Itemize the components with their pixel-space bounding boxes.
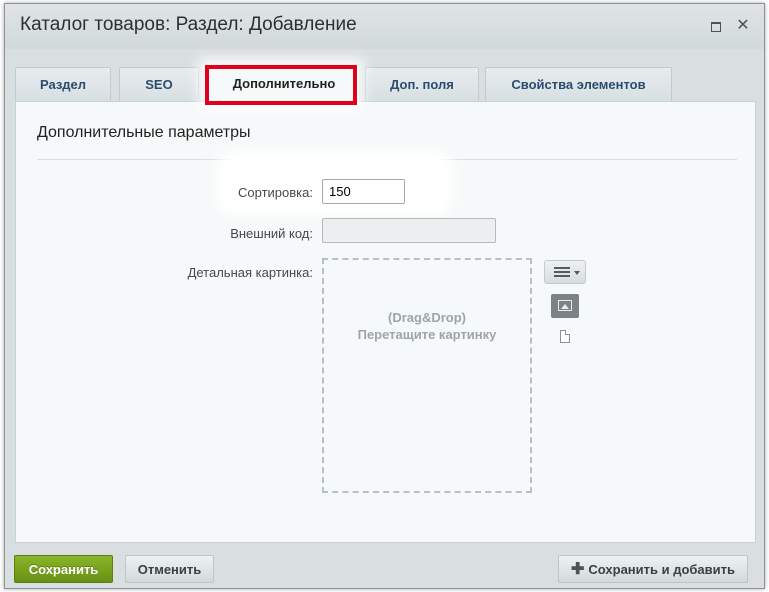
tab-highlight-frame [205,65,357,105]
chevron-down-icon [574,271,580,275]
dropzone-hint: (Drag&Drop) [388,310,466,325]
save-and-add-button[interactable]: ✚ Сохранить и добавить [558,555,748,583]
title-bar[interactable]: Каталог товаров: Раздел: Добавление ✕ [5,4,764,49]
maximize-icon[interactable] [708,18,724,34]
cancel-button[interactable]: Отменить [125,555,214,583]
tab-section[interactable]: Раздел [15,67,111,102]
save-and-add-label: Сохранить и добавить [588,562,736,577]
tab-seo[interactable]: SEO [119,67,199,102]
window-title: Каталог товаров: Раздел: Добавление [20,14,357,35]
tab-element-properties[interactable]: Свойства элементов [485,67,672,102]
tab-extra-fields[interactable]: Доп. поля [365,67,479,102]
image-icon[interactable] [551,294,579,318]
sort-label: Сортировка: [238,185,313,200]
close-icon[interactable]: ✕ [735,18,751,34]
tab-content: Дополнительные параметры Сортировка: Вне… [15,101,756,543]
save-button[interactable]: Сохранить [14,555,113,583]
detail-picture-label: Детальная картинка: [187,265,313,280]
sort-input[interactable] [322,179,405,204]
menu-icon[interactable] [544,260,586,284]
tab-bar: Раздел SEO Дополнительно Доп. поля Свойс… [15,64,755,103]
image-dropzone[interactable]: (Drag&Drop) Перетащите картинку [322,258,532,493]
dropzone-instruction: Перетащите картинку [357,327,497,342]
external-code-input[interactable] [322,218,496,243]
external-code-label: Внешний код: [230,226,313,241]
section-title: Дополнительные параметры [37,124,251,141]
plus-icon: ✚ [570,561,585,578]
dialog-window: Каталог товаров: Раздел: Добавление ✕ Ра… [4,3,765,589]
file-icon[interactable] [560,330,570,343]
